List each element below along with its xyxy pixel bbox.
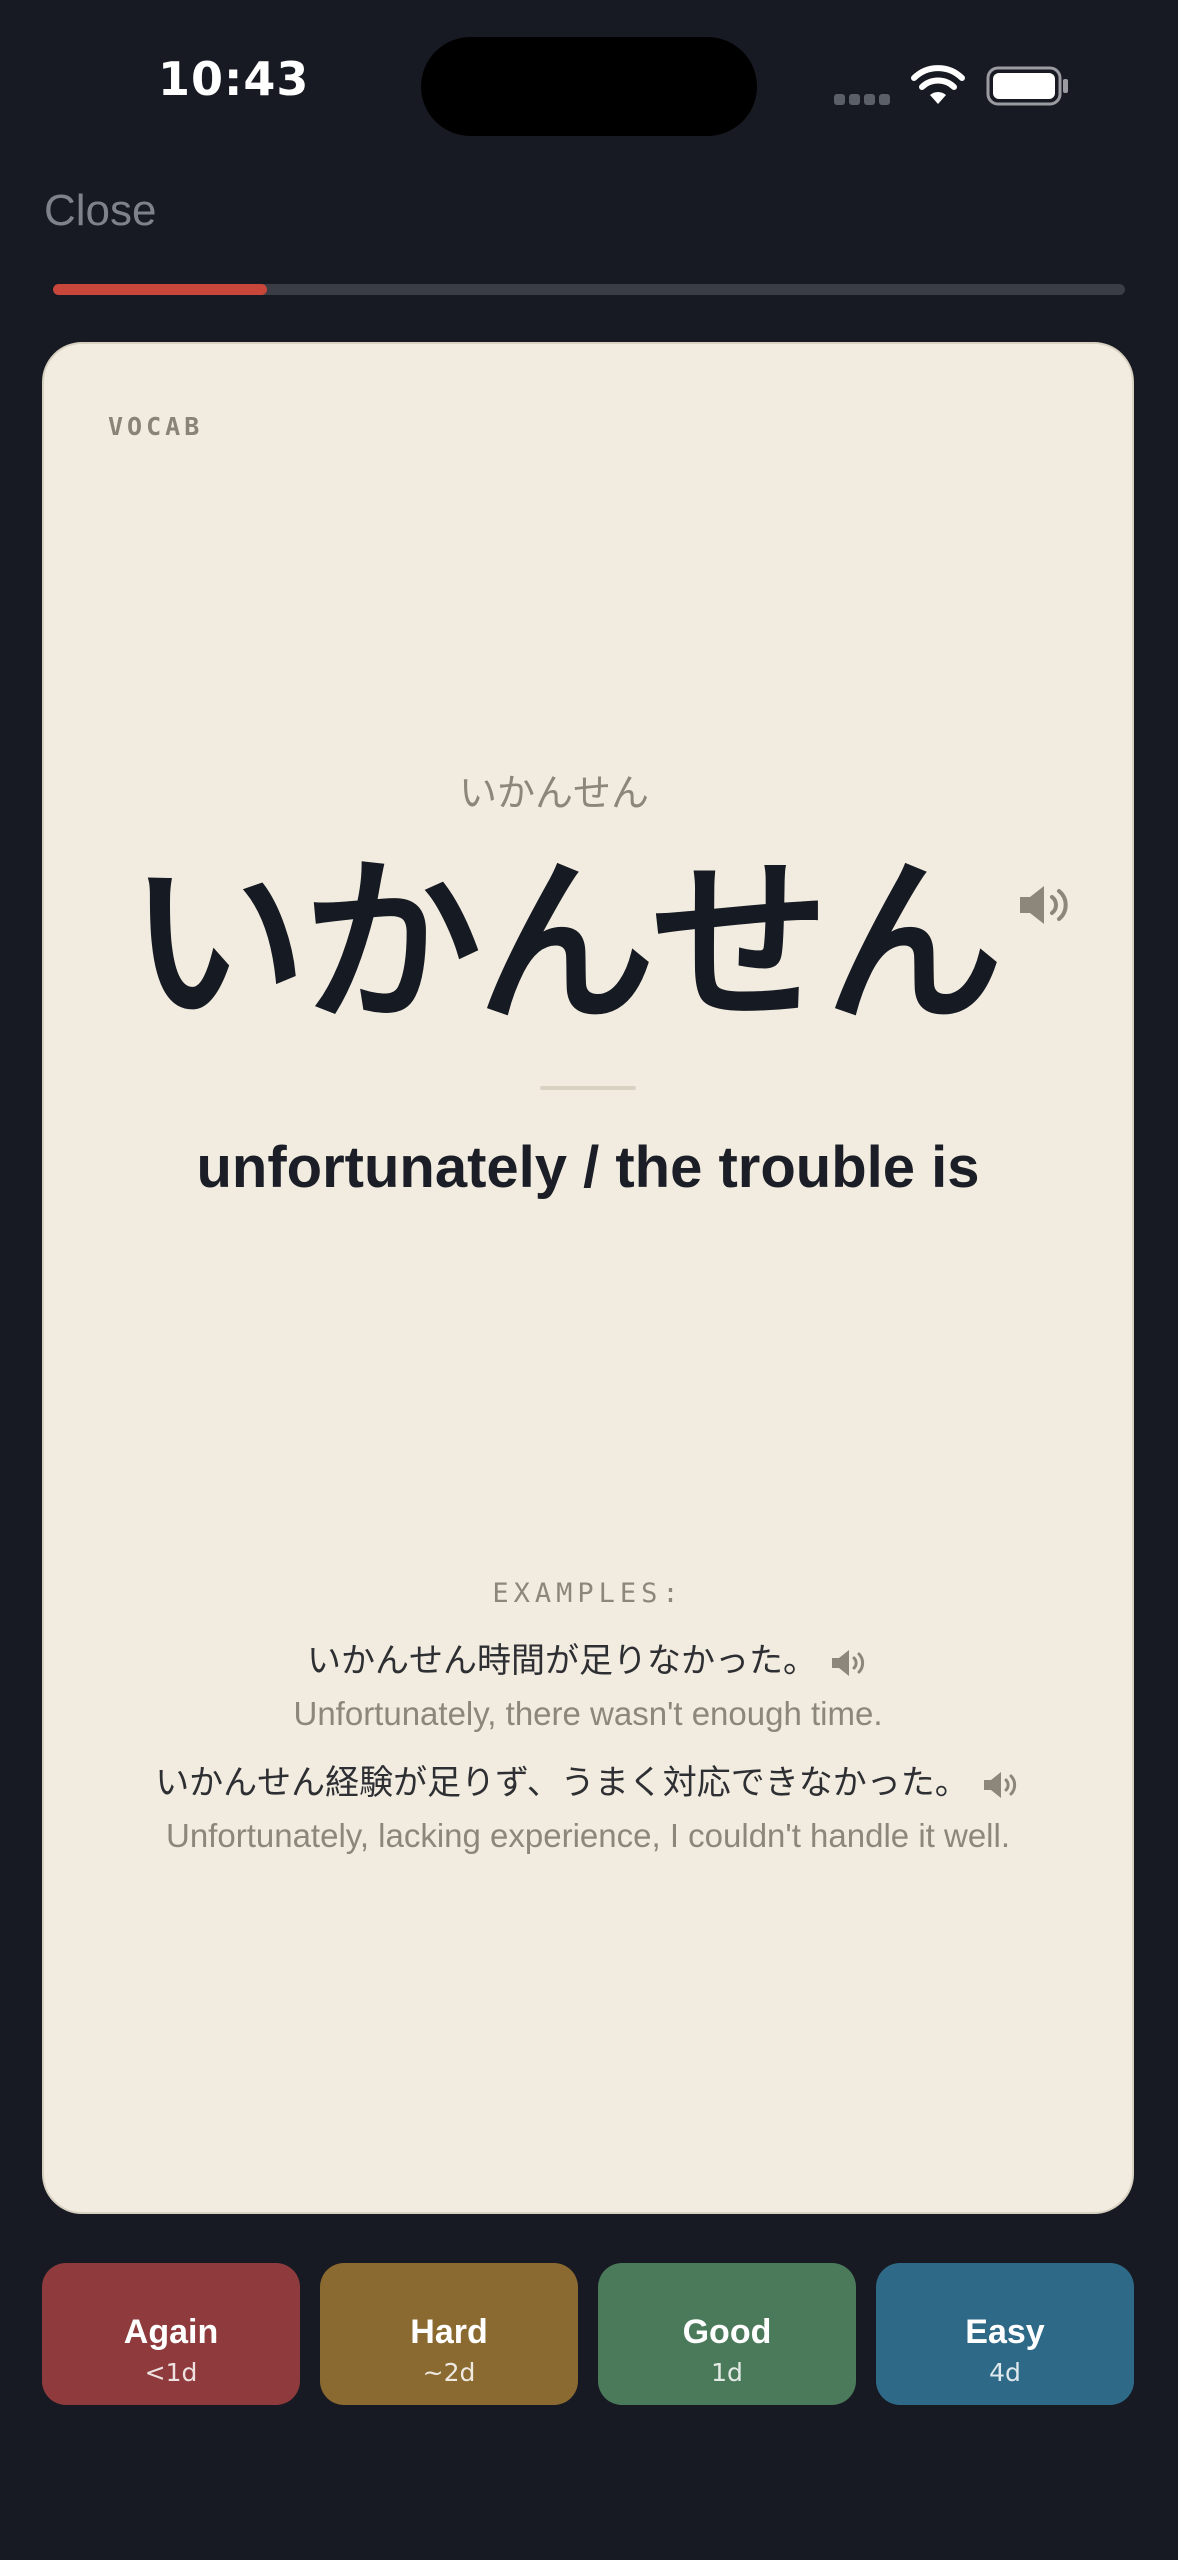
rating-label: Again <box>123 2313 219 2351</box>
rating-label: Hard <box>410 2313 488 2351</box>
session-progress-bar <box>53 284 1125 295</box>
good-button[interactable]: Good 1d <box>598 2263 856 2405</box>
session-progress-fill <box>53 284 268 295</box>
easy-button[interactable]: Easy 4d <box>876 2263 1134 2405</box>
rating-buttons: Again <1d Hard ~2d Good 1d Easy 4d <box>42 2263 1134 2405</box>
battery-icon <box>986 66 1068 106</box>
example-japanese: いかんせん時間が足りなかった。 <box>44 1636 1132 1686</box>
example-item: いかんせん時間が足りなかった。 Unfortunately, there was… <box>44 1636 1132 1738</box>
rating-label: Good <box>682 2313 772 2351</box>
rating-label: Easy <box>965 2313 1045 2351</box>
example-english: Unfortunately, lacking experience, I cou… <box>166 1817 1010 1854</box>
card-type-tag: VOCAB <box>108 412 204 441</box>
close-button[interactable]: Close <box>44 186 157 236</box>
hard-button[interactable]: Hard ~2d <box>320 2263 578 2405</box>
flashcard: VOCAB いかんせん いかんせん unfortunately / the tr… <box>42 342 1134 2214</box>
rating-interval: 1d <box>711 2358 743 2387</box>
example-english: Unfortunately, there wasn't enough time. <box>293 1695 883 1732</box>
example-japanese: いかんせん経験が足りず、うまく対応できなかった。 <box>44 1758 1132 1808</box>
speaker-icon[interactable] <box>981 1768 1021 1802</box>
dynamic-island <box>421 37 757 136</box>
rating-interval: <1d <box>144 2358 198 2387</box>
example-item: いかんせん経験が足りず、うまく対応できなかった。 Unfortunately, … <box>44 1758 1132 1860</box>
example-japanese-text: いかんせん時間が足りなかった。 <box>307 1641 817 1681</box>
term-reading: いかんせん <box>458 771 649 815</box>
speaker-icon[interactable] <box>1016 880 1072 930</box>
term-meaning: unfortunately / the trouble is <box>196 1135 980 1200</box>
rating-interval: ~2d <box>422 2358 476 2387</box>
term: いかんせん <box>129 840 1003 1047</box>
divider <box>540 1086 636 1090</box>
speaker-icon[interactable] <box>829 1646 869 1680</box>
again-button[interactable]: Again <1d <box>42 2263 300 2405</box>
examples-label: EXAMPLES: <box>492 1578 684 1609</box>
status-time: 10:43 <box>158 52 310 106</box>
wifi-icon <box>911 65 965 104</box>
example-japanese-text: いかんせん経験が足りず、うまく対応できなかった。 <box>155 1763 969 1803</box>
review-screen: 10:43 Close VOCAB いかんせん いかんせん unfortunat… <box>0 0 1178 2560</box>
cellular-signal-icon <box>834 92 896 106</box>
rating-interval: 4d <box>989 2358 1021 2387</box>
